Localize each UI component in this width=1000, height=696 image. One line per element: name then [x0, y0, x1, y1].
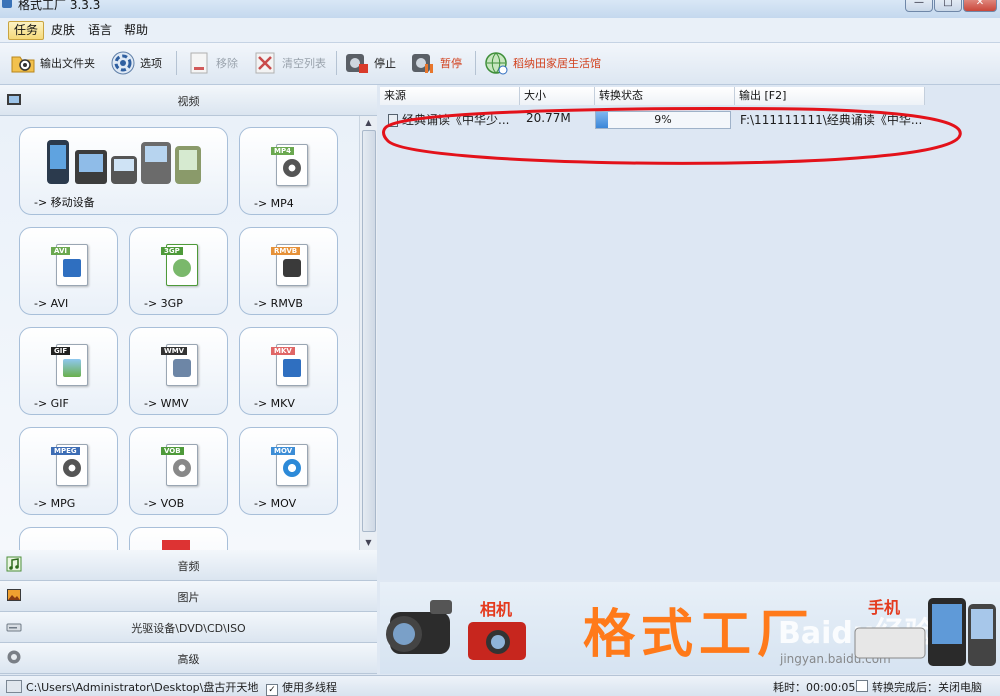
red-annotation-ellipse — [382, 107, 962, 165]
status-path: C:\Users\Administrator\Desktop\盘古开天地 — [26, 681, 259, 694]
tile-rmvb[interactable]: RMVB -> RMVB — [239, 227, 338, 315]
column-status[interactable]: 转换状态 — [595, 87, 735, 105]
minimize-button[interactable]: — — [905, 0, 933, 12]
tile-mov[interactable]: MOV -> MOV — [239, 427, 338, 515]
remove-icon — [190, 52, 208, 74]
toolbar-separator — [336, 51, 337, 75]
title-bar: 格式工厂 3.3.3 — □ ✕ — [0, 0, 1000, 18]
window-title: 格式工厂 3.3.3 — [18, 0, 101, 12]
category-advanced[interactable]: 高级 — [0, 643, 377, 674]
camera-label: 相机 — [480, 600, 513, 619]
stop-icon — [346, 54, 368, 73]
vob-file-icon: VOB — [160, 440, 198, 486]
tile-partial[interactable] — [19, 527, 118, 550]
stop-button[interactable]: 停止 — [344, 49, 396, 77]
mkv-file-icon: MKV — [270, 340, 308, 386]
multithread-option[interactable]: ✓ 使用多线程 — [266, 679, 337, 696]
tile-3gp[interactable]: 3GP -> 3GP — [129, 227, 228, 315]
column-output[interactable]: 输出 [F2] — [735, 87, 925, 105]
category-video[interactable]: 视频 — [0, 85, 377, 116]
tile-mp4[interactable]: MP4 -> MP4 — [239, 127, 338, 215]
clear-list-icon — [255, 52, 275, 74]
menu-bar: 任务 皮肤 语言 帮助 — [0, 18, 1000, 43]
tiles-scrollbar[interactable]: ▲ ▼ — [359, 116, 377, 550]
mp4-file-icon: MP4 — [270, 140, 308, 186]
scroll-thumb[interactable] — [362, 130, 376, 532]
tile-mkv[interactable]: MKV -> MKV — [239, 327, 338, 415]
rmvb-file-icon: RMVB — [270, 240, 308, 286]
phone-icon — [854, 598, 996, 666]
tile-wmv[interactable]: WMV -> WMV — [129, 327, 228, 415]
clear-list-button[interactable]: 清空列表 — [252, 49, 326, 77]
toolbar-separator — [475, 51, 476, 75]
elapsed-time: 耗时：00:00:05 — [773, 681, 856, 694]
maximize-button[interactable]: □ — [934, 0, 962, 12]
after-done-option[interactable]: 转换完成后：关闭电脑 — [856, 679, 982, 695]
task-list-panel: 来源 大小 转换状态 输出 [F2] 经典诵读《中华少... 20.77M 9%… — [380, 85, 1000, 580]
output-folder-button[interactable]: 输出文件夹 — [10, 49, 95, 77]
category-image[interactable]: 图片 — [0, 581, 377, 612]
pause-icon — [412, 54, 433, 73]
gif-file-icon: GIF — [50, 340, 88, 386]
globe-icon — [485, 52, 508, 75]
after-done-checkbox[interactable] — [856, 680, 868, 692]
tile-mobile-devices[interactable]: -> 移动设备 — [19, 127, 228, 215]
status-bar: C:\Users\Administrator\Desktop\盘古开天地 ✓ 使用… — [0, 675, 1000, 696]
wmv-file-icon: WMV — [160, 340, 198, 386]
promo-banner[interactable]: 相机 格式工厂 手机 Baidu经验 jingyan.baidu.com — [380, 582, 1000, 674]
multithread-checkbox[interactable]: ✓ — [266, 684, 278, 696]
promo-link[interactable]: 稻纳田家居生活馆 — [483, 49, 601, 77]
options-button[interactable]: 选项 — [110, 49, 162, 77]
pause-button[interactable]: 暂停 — [410, 49, 462, 77]
file-icon — [162, 540, 190, 550]
category-audio[interactable]: 音频 — [0, 550, 377, 581]
app-icon — [2, 0, 12, 8]
toolbar: 输出文件夹 选项 移除 清空列表 停止 暂停 稻纳田家居生活馆 — [0, 43, 1000, 85]
column-size[interactable]: 大小 — [520, 87, 595, 105]
mov-file-icon: MOV — [270, 440, 308, 486]
toolbar-separator — [176, 51, 177, 75]
scroll-down-icon[interactable]: ▼ — [360, 536, 377, 550]
format-tiles: -> 移动设备 MP4 -> MP4 AVI -> AVI 3GP -> 3GP… — [0, 116, 359, 550]
avi-file-icon: AVI — [50, 240, 88, 286]
3gp-file-icon: 3GP — [160, 240, 198, 286]
menu-task[interactable]: 任务 — [8, 21, 45, 40]
folder-small-icon — [6, 680, 22, 693]
menu-help[interactable]: 帮助 — [119, 22, 153, 39]
tile-mpg[interactable]: MPEG -> MPG — [19, 427, 118, 515]
tile-avi[interactable]: AVI -> AVI — [19, 227, 118, 315]
column-source[interactable]: 来源 — [380, 87, 520, 105]
mobile-devices-icon — [47, 140, 201, 184]
tile-vob[interactable]: VOB -> VOB — [129, 427, 228, 515]
mpg-file-icon: MPEG — [50, 440, 88, 486]
sidebar: 视频 -> 移动设备 MP4 -> MP4 AVI -> AVI 3GP -> … — [0, 85, 377, 674]
close-button[interactable]: ✕ — [963, 0, 997, 12]
menu-skin[interactable]: 皮肤 — [46, 22, 80, 39]
remove-button[interactable]: 移除 — [186, 49, 238, 77]
menu-language[interactable]: 语言 — [83, 22, 117, 39]
gear-icon — [111, 51, 135, 75]
scroll-up-icon[interactable]: ▲ — [360, 116, 377, 130]
category-rom-device[interactable]: 光驱设备\DVD\CD\ISO — [0, 612, 377, 643]
tile-gif[interactable]: GIF -> GIF — [19, 327, 118, 415]
folder-icon — [11, 56, 35, 73]
tile-partial[interactable] — [129, 527, 228, 550]
